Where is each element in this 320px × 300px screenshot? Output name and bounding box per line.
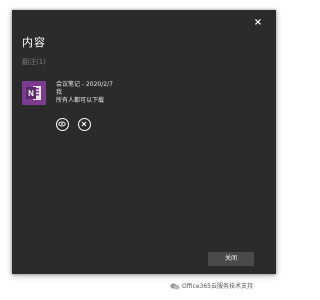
eye-icon	[58, 121, 66, 127]
attachment-item: N 会议笔记 - 2020/2/7 我 所有人都可以下载	[22, 81, 262, 141]
view-button[interactable]	[56, 118, 69, 131]
onenote-file-icon: N	[22, 81, 46, 105]
attachment-author: 我	[56, 89, 63, 96]
wechat-logo-icon	[170, 283, 180, 290]
delete-button[interactable]	[78, 118, 91, 131]
attachment-meta: 会议笔记 - 2020/2/7 我 所有人都可以下载	[56, 81, 113, 105]
dialog-title: 内容	[22, 36, 46, 49]
close-button[interactable]: 关闭	[208, 252, 254, 266]
svg-text:N: N	[28, 89, 34, 98]
watermark: Office365云服务技术支持	[170, 281, 253, 290]
section-label: 翻注(1)	[22, 58, 46, 66]
watermark-text: Office365云服务技术支持	[182, 283, 253, 290]
attachment-permission: 所有人都可以下载	[56, 97, 105, 104]
dialog-close-icon[interactable]: ×	[252, 17, 264, 29]
close-icon	[81, 121, 87, 127]
content-dialog: × 内容 翻注(1) N 会议笔记 - 2020/2/7 我 所有人都可以下载	[12, 10, 276, 274]
attachment-title[interactable]: 会议笔记 - 2020/2/7	[56, 81, 113, 89]
screenshot-canvas: × 内容 翻注(1) N 会议笔记 - 2020/2/7 我 所有人都可以下载	[0, 0, 289, 300]
